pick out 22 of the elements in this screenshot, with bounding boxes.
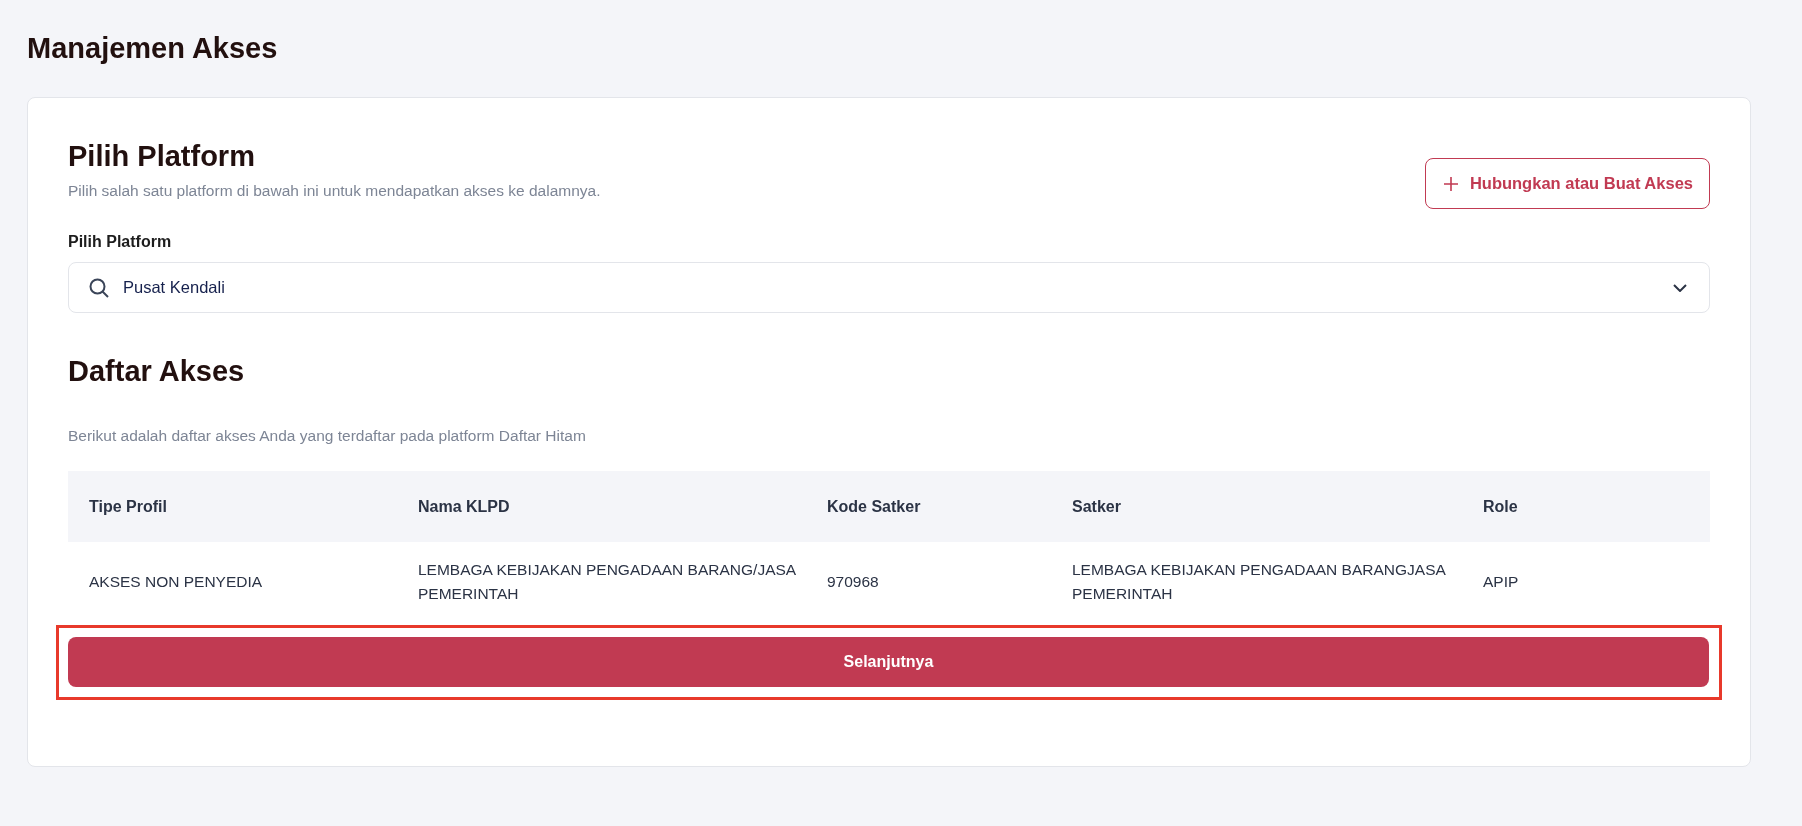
column-header: Nama KLPD xyxy=(418,497,511,516)
connect-access-button[interactable]: Hubungkan atau Buat Akses xyxy=(1424,158,1710,209)
table-cell-text: 970968 xyxy=(827,572,880,592)
section-subtitle: Pilih salah satu platform di bawah ini untuk mendapatkan akses ke dalamnya. xyxy=(68,181,601,201)
table-cell-text: APIP xyxy=(1483,572,1520,592)
column-header: Satker xyxy=(1072,497,1122,516)
section-title: Pilih Platform xyxy=(68,139,256,174)
section-subtitle: Berikut adalah daftar akses Anda yang terdaftar pada platform Daftar Hitam xyxy=(68,426,587,446)
search-icon xyxy=(89,277,109,298)
chevron-down-icon xyxy=(1673,283,1687,292)
column-header: Kode Satker xyxy=(827,497,922,516)
next-button[interactable]: Selanjutnya xyxy=(68,637,1709,687)
plus-icon xyxy=(1443,176,1458,191)
table-cell-text: LEMBAGA KEBIJAKAN PENGADAAN BARANG/JASA PEMERINTAH xyxy=(418,560,797,604)
platform-select[interactable]: Pusat Kendali xyxy=(68,262,1710,313)
page-title: Manajemen Akses xyxy=(27,31,279,66)
field-label: Pilih Platform xyxy=(68,232,173,252)
column-header: Tipe Profil xyxy=(89,497,168,516)
section-title: Daftar Akses xyxy=(68,354,246,389)
table-cell-text: LEMBAGA KEBIJAKAN PENGADAAN BARANGJASA PEMERINTAH xyxy=(1072,560,1447,604)
table-cell-text: AKSES NON PENYEDIA xyxy=(89,572,264,592)
column-header: Role xyxy=(1483,497,1519,516)
